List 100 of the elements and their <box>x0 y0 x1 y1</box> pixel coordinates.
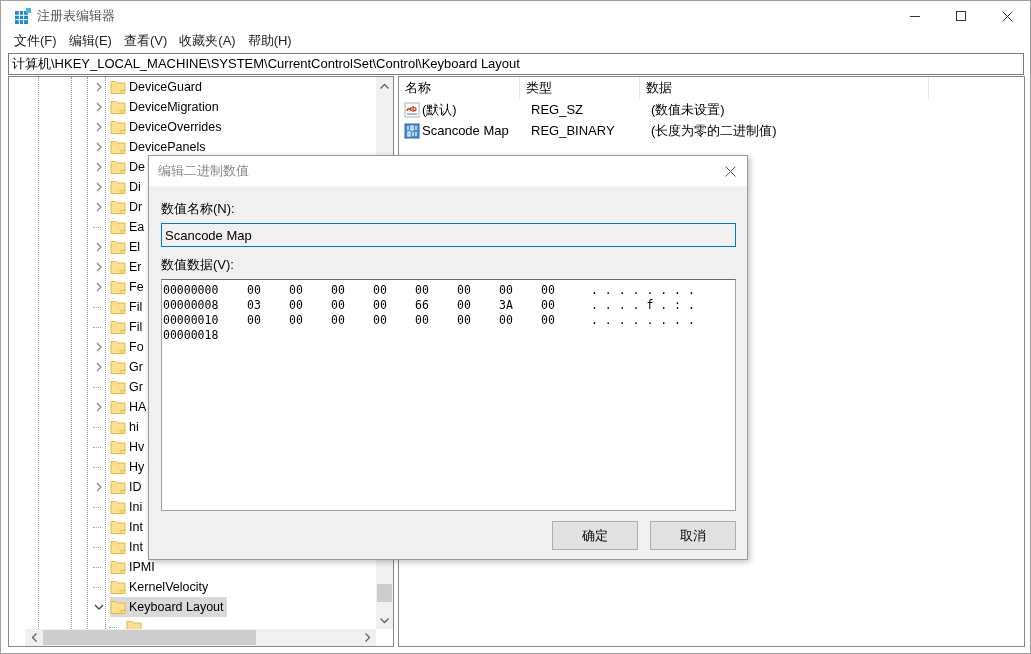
tree-item[interactable]: DeviceOverrides <box>110 117 225 137</box>
value-name-cell[interactable]: Scancode Map <box>399 122 525 139</box>
scrollbar-thumb[interactable] <box>43 630 256 645</box>
tree-item[interactable]: Gr <box>110 377 146 397</box>
tree-item[interactable]: El <box>110 237 144 257</box>
scroll-up-icon[interactable] <box>380 82 389 89</box>
hex-ascii: . . . . . . . . <box>591 282 695 297</box>
folder-icon <box>110 279 126 295</box>
tree-item[interactable]: ID <box>110 477 145 497</box>
folder-icon <box>110 339 126 355</box>
scroll-right-icon[interactable] <box>364 633 371 642</box>
table-cell-text: (长度为零的二进制值) <box>650 121 778 140</box>
hex-offset: 00000018 <box>163 327 220 342</box>
tree-item[interactable]: DevicePanels <box>110 137 209 157</box>
folder-icon <box>110 579 126 595</box>
folder-icon <box>110 159 126 175</box>
hex-byte: 00 <box>541 282 556 297</box>
binary-value-icon <box>404 122 420 139</box>
hex-byte: 00 <box>457 297 472 312</box>
menu-item[interactable]: 编辑(E) <box>62 32 118 50</box>
dialog-button[interactable]: 确定 <box>552 521 638 550</box>
tree-item[interactable]: Gr <box>110 357 146 377</box>
value-name-cell[interactable]: (默认) <box>399 100 525 119</box>
folder-icon <box>110 459 126 475</box>
tree-item[interactable]: DeviceMigration <box>110 97 222 117</box>
hex-ascii: . . . . . . . . <box>591 312 695 327</box>
column-header[interactable]: 数据 <box>640 77 929 99</box>
scrollbar-thumb[interactable] <box>377 584 392 602</box>
menu-item[interactable]: 查看(V) <box>117 32 174 50</box>
tree-item[interactable]: hi <box>110 417 142 437</box>
tree-item[interactable]: HA <box>110 397 150 417</box>
dialog-title: 编辑二进制数值 <box>158 162 249 180</box>
hex-byte: 00 <box>331 297 346 312</box>
hex-byte: 00 <box>541 297 556 312</box>
folder-icon <box>110 539 126 555</box>
tree-item[interactable]: Int <box>110 537 146 557</box>
hex-byte: 00 <box>289 312 304 327</box>
tree-item[interactable]: De <box>110 157 148 177</box>
hex-byte: 00 <box>247 282 262 297</box>
folder-icon <box>110 439 126 455</box>
column-header[interactable]: 名称 <box>399 77 520 99</box>
tree-item[interactable]: DeviceGuard <box>110 77 205 97</box>
hex-byte: 00 <box>289 282 304 297</box>
folder-icon <box>110 519 126 535</box>
hex-offset: 00000000 <box>163 282 220 297</box>
tree-item[interactable]: Fe <box>110 277 147 297</box>
name-field[interactable]: Scancode Map <box>161 223 736 247</box>
hex-byte: 3A <box>499 297 514 312</box>
close-icon <box>1001 10 1013 22</box>
folder-icon <box>110 319 126 335</box>
field-label: 数值数据(V): <box>161 256 235 272</box>
tree-item[interactable]: Ini <box>110 497 146 517</box>
folder-icon <box>110 259 126 275</box>
folder-icon <box>110 599 126 615</box>
menu-item[interactable]: 文件(F) <box>8 32 63 50</box>
folder-icon <box>110 119 126 135</box>
table-cell-text: REG_BINARY <box>530 123 616 138</box>
tree-item[interactable]: Er <box>110 257 145 277</box>
folder-icon <box>110 299 126 315</box>
folder-icon <box>110 79 126 95</box>
hex-byte: 00 <box>289 297 304 312</box>
hex-ascii: . . . . f . : . <box>591 297 695 312</box>
tree-item[interactable]: Fil <box>110 297 146 317</box>
hex-byte: 00 <box>373 312 388 327</box>
tree-item[interactable]: IPMI <box>110 557 158 577</box>
scroll-left-icon[interactable] <box>30 633 37 642</box>
tree-item[interactable]: Fo <box>110 337 147 357</box>
column-header[interactable]: 类型 <box>520 77 640 99</box>
window-title: 注册表编辑器 <box>37 7 115 25</box>
hex-byte: 00 <box>373 297 388 312</box>
tree-item[interactable]: Hy <box>110 457 148 477</box>
tree-item[interactable]: Ea <box>110 217 148 237</box>
folder-icon <box>110 379 126 395</box>
menu-item[interactable]: 收藏夹(A) <box>173 32 242 50</box>
hex-byte: 00 <box>457 312 472 327</box>
address-bar[interactable]: 计算机\HKEY_LOCAL_MACHINE\SYSTEM\CurrentControlSet\Control\Keyboard Layout <box>8 53 1024 75</box>
tree-item[interactable]: Dr <box>110 197 146 217</box>
scroll-down-icon[interactable] <box>380 617 389 624</box>
tree-item[interactable]: Hv <box>110 437 148 457</box>
tree-item[interactable]: Fil <box>110 317 146 337</box>
folder-icon <box>110 219 126 235</box>
tree-item[interactable]: Int <box>110 517 146 537</box>
folder-icon <box>110 359 126 375</box>
folder-icon <box>110 419 126 435</box>
hex-byte: 00 <box>247 312 262 327</box>
maximize-icon <box>956 11 966 21</box>
folder-icon <box>110 499 126 515</box>
hex-byte: 00 <box>457 282 472 297</box>
dialog-button[interactable]: 取消 <box>650 521 736 550</box>
hex-editor[interactable]: 00000000 00 00 00 00 00 00 00 00 . . . . . . . . 00000008 03 00 00 00 66 00 3A 00 . . . . f . : . 00000010 00 00 00 00 00 00 00 00 . . . . . . . . 00000018 <box>161 279 736 511</box>
tree-item[interactable]: Keyboard Layout <box>110 597 227 617</box>
menu-item[interactable]: 帮助(H) <box>241 32 298 50</box>
folder-icon <box>110 199 126 215</box>
tree-item[interactable]: Di <box>110 177 144 197</box>
hex-byte: 00 <box>499 312 514 327</box>
folder-icon <box>110 99 126 115</box>
folder-icon <box>110 559 126 575</box>
hex-byte: 00 <box>415 282 430 297</box>
hex-byte: 00 <box>415 312 430 327</box>
tree-item[interactable]: KernelVelocity <box>110 577 212 597</box>
